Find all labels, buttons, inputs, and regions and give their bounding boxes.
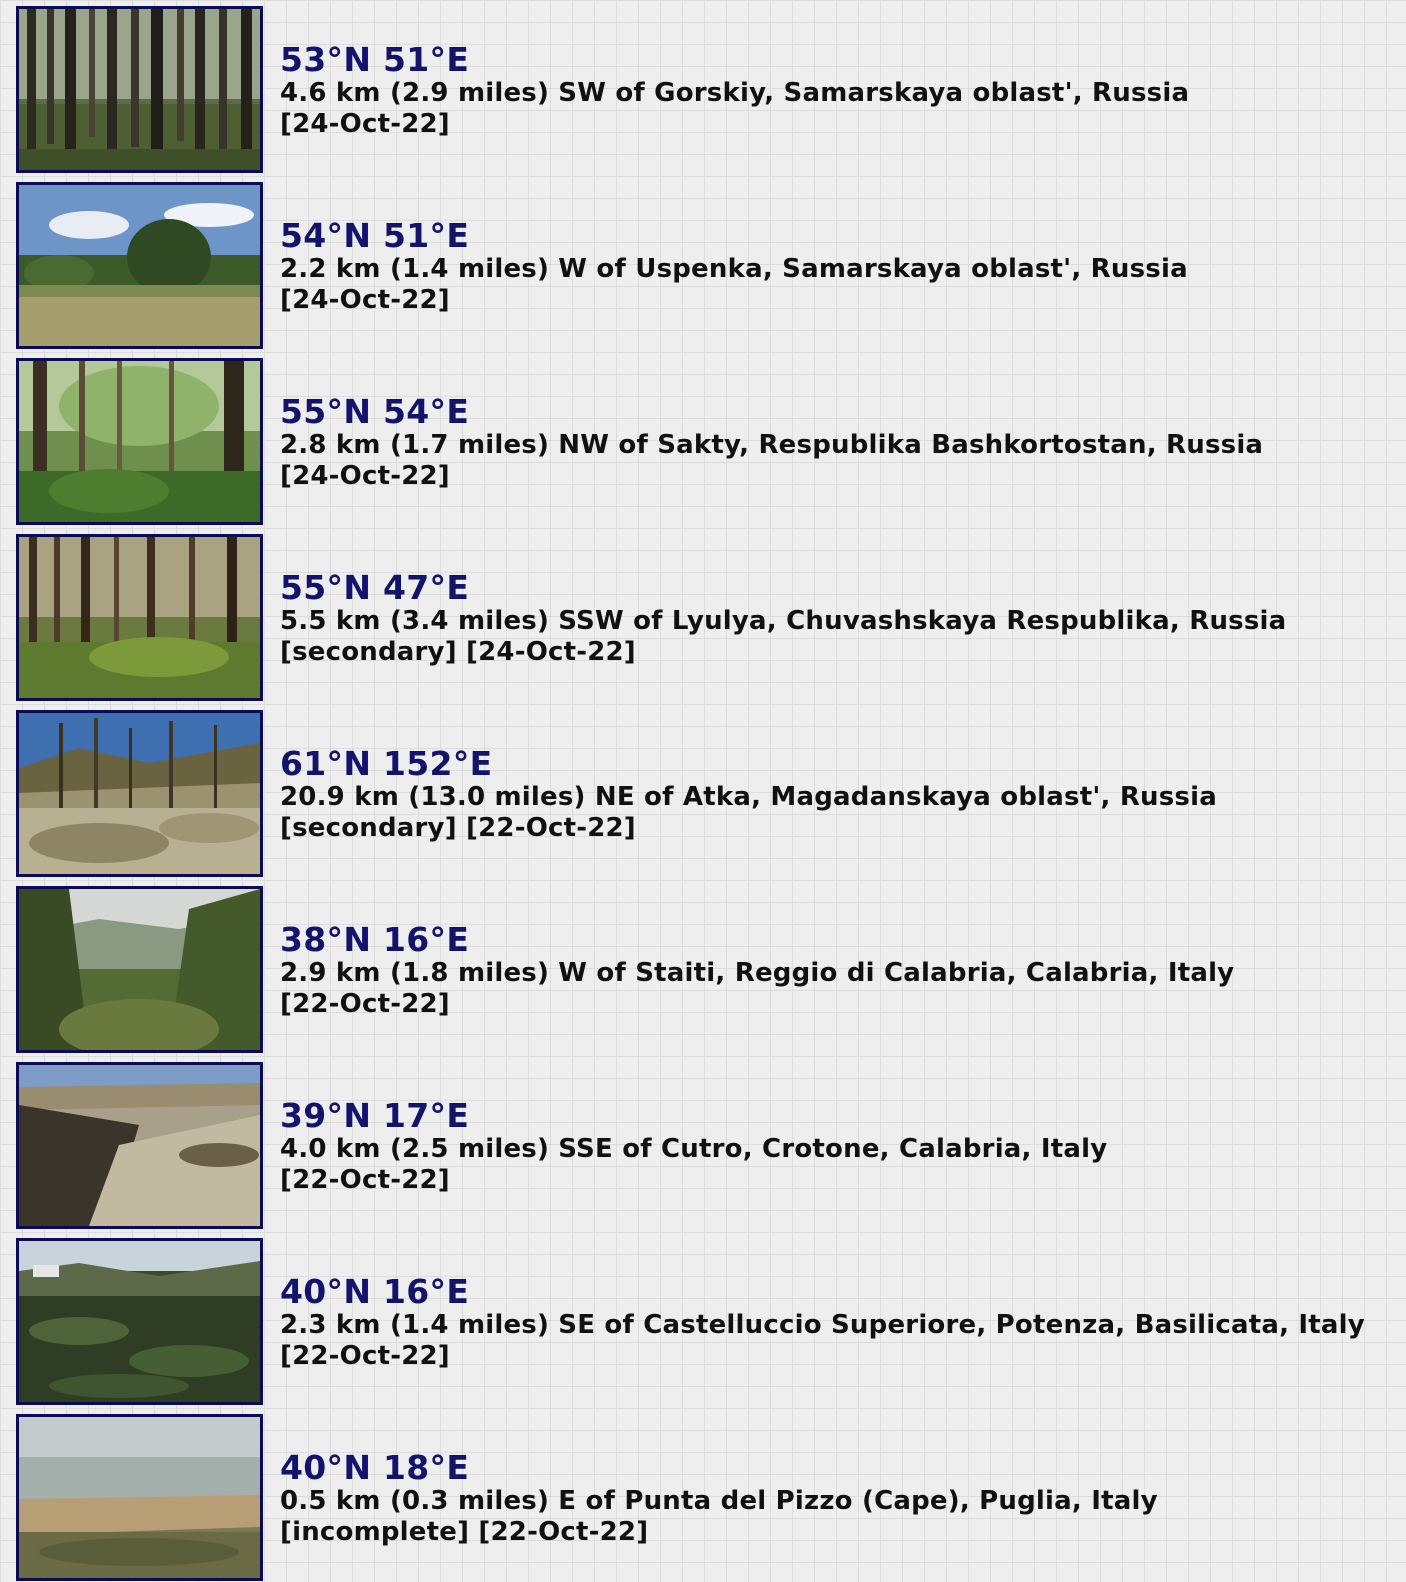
- entry-date: [24-Oct-22]: [280, 285, 450, 315]
- entry-coordinates-link[interactable]: 38°N 16°E: [280, 922, 1234, 958]
- entry-location: 2.3 km (1.4 miles) SE of Castelluccio Su…: [280, 1310, 1365, 1340]
- entry-location: 20.9 km (13.0 miles) NE of Atka, Magadan…: [280, 782, 1217, 812]
- entry-location: 0.5 km (0.3 miles) E of Punta del Pizzo …: [280, 1486, 1158, 1516]
- list-item: 40°N 18°E 0.5 km (0.3 miles) E of Punta …: [16, 1414, 1396, 1582]
- valley-shrub-photo[interactable]: [16, 886, 263, 1053]
- entry-date: [22-Oct-22]: [280, 1165, 450, 1195]
- entry-coordinates-link[interactable]: 55°N 47°E: [280, 570, 1286, 606]
- meadow-sky-photo[interactable]: [16, 182, 263, 349]
- entry-coordinates-link[interactable]: 55°N 54°E: [280, 394, 1263, 430]
- entry-coordinates-link[interactable]: 53°N 51°E: [280, 42, 1189, 78]
- list-item: 55°N 54°E 2.8 km (1.7 miles) NW of Sakty…: [16, 358, 1396, 526]
- entry-location: 4.6 km (2.9 miles) SW of Gorskiy, Samars…: [280, 78, 1190, 108]
- list-item: 61°N 152°E 20.9 km (13.0 miles) NE of At…: [16, 710, 1396, 878]
- pine-forest-photo[interactable]: [16, 6, 263, 173]
- crop-field-photo[interactable]: [16, 1238, 263, 1405]
- entry-location: 4.0 km (2.5 miles) SSE of Cutro, Crotone…: [280, 1134, 1108, 1164]
- entry-coordinates-link[interactable]: 40°N 16°E: [280, 1274, 1365, 1310]
- entry-date: [incomplete] [22-Oct-22]: [280, 1517, 649, 1547]
- entry-date: [24-Oct-22]: [280, 109, 450, 139]
- entry-coordinates-link[interactable]: 40°N 18°E: [280, 1450, 1158, 1486]
- list-item: 55°N 47°E 5.5 km (3.4 miles) SSW of Lyul…: [16, 534, 1396, 702]
- green-forest-photo[interactable]: [16, 358, 263, 525]
- entry-coordinates-link[interactable]: 54°N 51°E: [280, 218, 1188, 254]
- entry-date: [24-Oct-22]: [280, 461, 450, 491]
- list-item: 54°N 51°E 2.2 km (1.4 miles) W of Uspenk…: [16, 182, 1396, 350]
- entry-location: 2.9 km (1.8 miles) W of Staiti, Reggio d…: [280, 958, 1235, 988]
- list-item: 40°N 16°E 2.3 km (1.4 miles) SE of Caste…: [16, 1238, 1396, 1406]
- list-item: 38°N 16°E 2.9 km (1.8 miles) W of Staiti…: [16, 886, 1396, 1054]
- entry-date: [22-Oct-22]: [280, 1341, 450, 1371]
- coast-sea-photo[interactable]: [16, 1414, 263, 1581]
- sunlit-forest-photo[interactable]: [16, 534, 263, 701]
- entry-location: 2.2 km (1.4 miles) W of Uspenka, Samarsk…: [280, 254, 1188, 284]
- list-item: 53°N 51°E 4.6 km (2.9 miles) SW of Gorsk…: [16, 6, 1396, 174]
- list-item: 39°N 17°E 4.0 km (2.5 miles) SSE of Cutr…: [16, 1062, 1396, 1230]
- larch-hillside-photo[interactable]: [16, 710, 263, 877]
- entry-date: [secondary] [22-Oct-22]: [280, 813, 636, 843]
- entry-coordinates-link[interactable]: 39°N 17°E: [280, 1098, 1107, 1134]
- badlands-photo[interactable]: [16, 1062, 263, 1229]
- entry-location: 5.5 km (3.4 miles) SSW of Lyulya, Chuvas…: [280, 606, 1287, 636]
- entry-location: 2.8 km (1.7 miles) NW of Sakty, Respubli…: [280, 430, 1264, 460]
- entry-date: [secondary] [24-Oct-22]: [280, 637, 636, 667]
- entry-coordinates-link[interactable]: 61°N 152°E: [280, 746, 1217, 782]
- cropped-text-fragment: [280, 0, 400, 4]
- entry-date: [22-Oct-22]: [280, 989, 450, 1019]
